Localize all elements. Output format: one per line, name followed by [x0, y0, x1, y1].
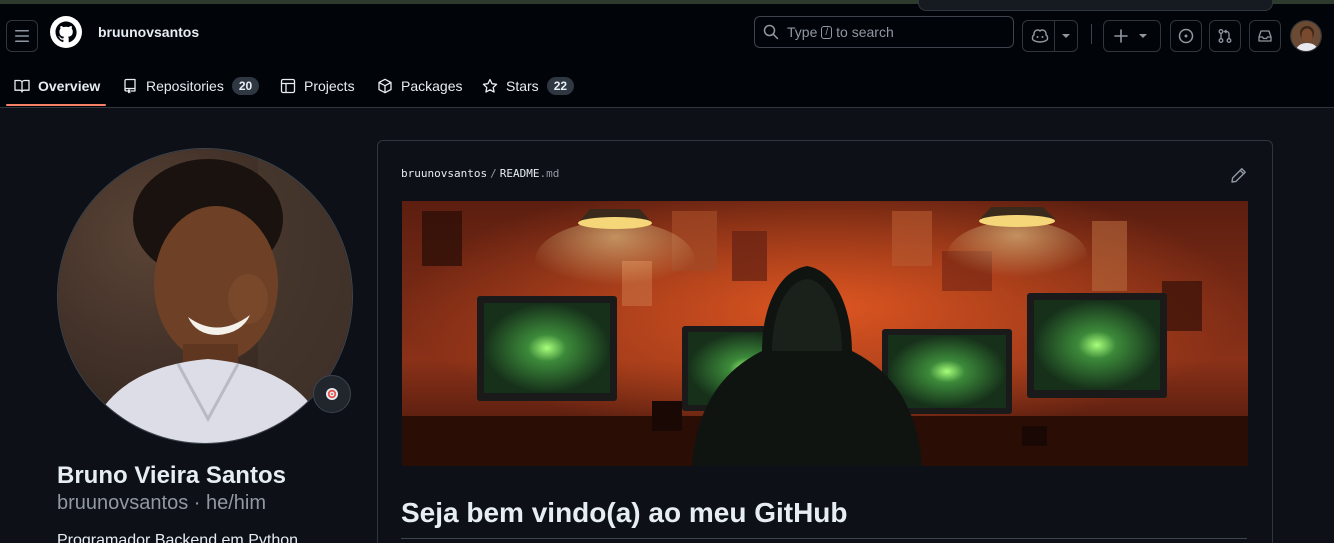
create-new-button[interactable]: [1103, 20, 1161, 52]
chevron-down-icon: [1139, 34, 1147, 38]
tab-overview[interactable]: Overview: [6, 66, 108, 106]
star-icon: [482, 78, 498, 93]
profile-avatar[interactable]: [57, 148, 353, 444]
repositories-count-badge: 20: [231, 77, 260, 95]
path-separator: /: [490, 167, 497, 180]
package-icon: [378, 78, 392, 94]
profile-full-name: Bruno Vieira Santos: [57, 462, 286, 489]
readme-extension: .md: [539, 167, 560, 180]
tab-label: Overview: [38, 78, 101, 94]
header-username[interactable]: bruunovsantos: [98, 24, 199, 40]
hacker-room-illustration: [402, 201, 1248, 466]
tab-projects[interactable]: Projects: [272, 66, 363, 106]
search-placeholder-suffix: to search: [836, 24, 894, 40]
chevron-down-icon[interactable]: [1061, 33, 1071, 39]
tab-repositories[interactable]: Repositories 20: [114, 66, 267, 106]
issue-opened-icon: [1178, 28, 1194, 44]
search-shortcut-key: /: [821, 25, 833, 39]
pencil-icon[interactable]: [1230, 166, 1248, 184]
readme-banner-image: [402, 201, 1248, 466]
profile-photo: [58, 149, 352, 443]
heading-divider: [401, 538, 1247, 539]
copilot-divider: [1054, 20, 1055, 52]
tab-label: Packages: [401, 78, 463, 94]
profile-bio: Programador Backend em Python: [57, 532, 299, 543]
readme-path[interactable]: bruunovsantos / README.md: [401, 167, 559, 180]
tab-label: Projects: [304, 78, 355, 94]
book-icon: [14, 79, 30, 93]
user-avatar-menu[interactable]: [1290, 20, 1322, 52]
tab-stars[interactable]: Stars 22: [474, 66, 582, 106]
header-divider: [1091, 24, 1092, 44]
search-placeholder-prefix: Type: [787, 24, 818, 40]
repo-icon: [124, 78, 136, 94]
tab-packages[interactable]: Packages: [369, 66, 470, 106]
hamburger-icon: [15, 30, 29, 42]
target-icon: [326, 388, 338, 400]
pull-requests-button[interactable]: [1209, 20, 1241, 52]
notifications-button[interactable]: [1249, 20, 1281, 52]
table-icon: [280, 78, 296, 94]
overlay-popover: [918, 0, 1273, 11]
search-icon: [763, 24, 779, 40]
status-emoji-button[interactable]: [313, 375, 351, 413]
tab-label: Stars: [506, 78, 539, 94]
git-pull-request-icon: [1218, 29, 1232, 43]
active-tab-indicator: [6, 104, 106, 106]
search-input[interactable]: Type / to search: [754, 16, 1014, 48]
menu-button[interactable]: [6, 20, 38, 52]
github-logo-icon[interactable]: [50, 16, 82, 48]
inbox-icon: [1258, 30, 1272, 42]
stars-count-badge: 22: [546, 77, 575, 95]
issues-button[interactable]: [1170, 20, 1202, 52]
plus-icon: [1114, 29, 1128, 43]
readme-filename: README: [499, 167, 540, 180]
tab-label: Repositories: [146, 78, 224, 94]
readme-heading: Seja bem vindo(a) ao meu GitHub: [401, 497, 848, 528]
readme-owner: bruunovsantos: [401, 167, 488, 180]
copilot-icon: [1031, 29, 1049, 43]
profile-handle: bruunovsantos · he/him: [57, 492, 267, 514]
